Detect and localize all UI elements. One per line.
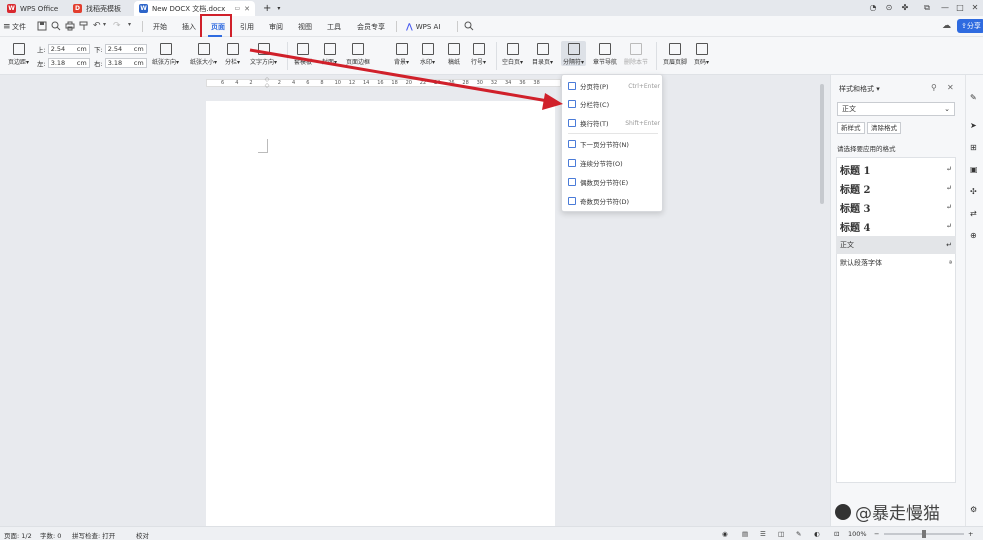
char-style-icon: ª — [949, 259, 952, 267]
style-default-font[interactable]: 默认段落字体 ª — [836, 254, 956, 272]
chevron-down-icon: ⌄ — [944, 105, 950, 113]
translate-icon[interactable]: ⇄ — [970, 209, 977, 218]
zoom-slider-thumb[interactable] — [922, 530, 926, 538]
format-icon[interactable]: ⊞ — [970, 143, 977, 152]
settings-icon[interactable]: ⚙ — [970, 505, 977, 514]
vertical-scrollbar[interactable] — [819, 80, 825, 520]
web-view-icon[interactable]: ◫ — [778, 530, 784, 538]
style-heading-4[interactable]: 标题 4 ↵ — [836, 217, 956, 235]
page-count[interactable]: 页面: 1/2 — [4, 530, 32, 540]
edit-view-icon[interactable]: ✎ — [796, 530, 801, 538]
style-heading-1[interactable]: 标题 1 ↵ — [836, 160, 956, 178]
right-toolbar: ✎ ➤ ⊞ ▣ ✣ ⇄ ⊕ ⚙ — [965, 75, 983, 526]
paragraph-mark-icon: ↵ — [946, 203, 952, 211]
eye-icon[interactable]: ◉ — [722, 530, 728, 538]
panel-title: 样式和格式 ▾ — [839, 85, 880, 93]
zoom-slider[interactable] — [884, 530, 964, 538]
zoom-level[interactable]: 100% — [848, 530, 867, 538]
paragraph-mark-icon: ↵ — [946, 184, 952, 192]
pin-icon[interactable]: ⚲ — [931, 83, 937, 92]
scrollbar-thumb[interactable] — [820, 84, 824, 204]
watermark-logo-icon — [835, 503, 851, 520]
new-style-button[interactable]: 新样式 — [837, 122, 865, 134]
fit-icon[interactable]: ⊡ — [834, 530, 839, 538]
spell-check-toggle[interactable]: 拼写检查: 打开 — [72, 530, 115, 540]
status-bar: 页面: 1/2 字数: 0 拼写检查: 打开 校对 ◉ ▤ ☰ ◫ ✎ ◐ ⊡ … — [0, 526, 983, 540]
word-count[interactable]: 字数: 0 — [40, 530, 61, 540]
watermark-overlay: @暴走慢猫 — [835, 499, 940, 524]
clear-format-button[interactable]: 清除格式 — [867, 122, 901, 134]
image-icon[interactable]: ▣ — [970, 165, 978, 174]
apply-style-label: 请选择要应用的格式 — [837, 145, 896, 153]
style-heading-2[interactable]: 标题 2 ↵ — [836, 179, 956, 197]
zoom-out-icon[interactable]: − — [874, 530, 879, 538]
paragraph-mark-icon: ↵ — [946, 222, 952, 230]
proofread-button[interactable]: 校对 — [136, 530, 149, 540]
paragraph-mark-icon: ↵ — [946, 165, 952, 173]
paragraph-mark-icon: ↵ — [946, 241, 952, 249]
style-heading-3[interactable]: 标题 3 ↵ — [836, 198, 956, 216]
style-select[interactable]: 正文 ⌄ — [837, 102, 955, 116]
close-panel-icon[interactable]: ✕ — [947, 83, 954, 92]
style-body-text[interactable]: 正文 ↵ — [836, 236, 956, 254]
styles-panel: 样式和格式 ▾ ⚲ ✕ 正文 ⌄ 新样式 清除格式 请选择要应用的格式 标题 1 ↵… — [830, 75, 965, 526]
read-mode-icon[interactable]: ◐ — [814, 530, 820, 538]
more-tools-icon[interactable]: ⊕ — [970, 231, 977, 240]
tools-icon[interactable]: ✣ — [970, 187, 977, 196]
styles-pane-icon[interactable]: ✎ — [970, 93, 977, 102]
page-view-icon[interactable]: ▤ — [742, 530, 748, 538]
zoom-in-icon[interactable]: + — [968, 530, 973, 538]
outline-view-icon[interactable]: ☰ — [760, 530, 766, 538]
select-icon[interactable]: ➤ — [970, 121, 977, 130]
